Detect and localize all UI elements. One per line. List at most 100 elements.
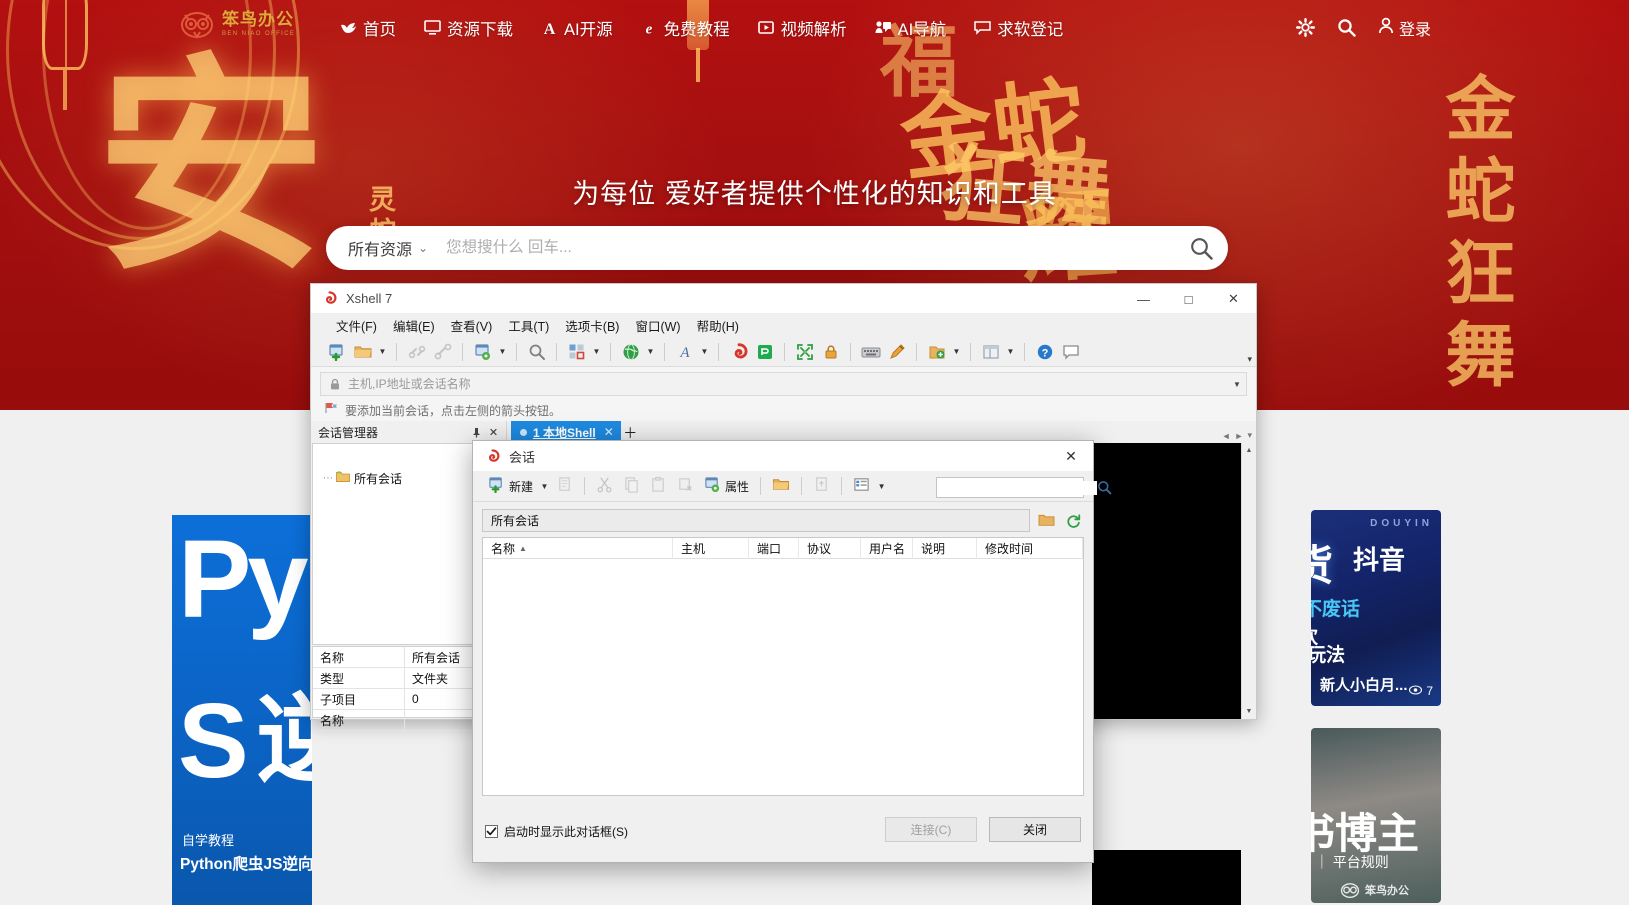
column-header-protocol[interactable]: 协议 xyxy=(799,538,861,559)
chevron-down-icon[interactable]: ▼ xyxy=(1228,380,1246,389)
close-icon[interactable]: ✕ xyxy=(485,424,502,441)
add-note-dropdown-arrow[interactable]: ▼ xyxy=(951,347,962,356)
open-folder-button[interactable] xyxy=(768,475,794,498)
site-logo[interactable]: 笨鸟办公 BEN NIAO OFFICE xyxy=(178,8,295,40)
properties-button[interactable]: 属性 xyxy=(700,475,753,498)
new-session-button[interactable]: 新建 xyxy=(484,475,537,498)
show-on-startup-checkbox[interactable]: 启动时显示此对话框(S) xyxy=(485,823,628,840)
column-header-description[interactable]: 说明 xyxy=(913,538,977,559)
close-button[interactable]: ✕ xyxy=(1211,284,1256,314)
folder-icon[interactable] xyxy=(1035,509,1057,532)
dialog-search-box[interactable] xyxy=(936,477,1112,498)
open-folder-dropdown-arrow[interactable]: ▼ xyxy=(377,347,388,356)
menu-window[interactable]: 窗口(W) xyxy=(627,313,688,338)
column-header-host[interactable]: 主机 xyxy=(673,538,749,559)
search-submit-button[interactable] xyxy=(1174,226,1228,270)
column-header-port[interactable]: 端口 xyxy=(749,538,799,559)
disconnect-icon[interactable] xyxy=(405,340,428,363)
globe-dropdown-arrow[interactable]: ▼ xyxy=(645,347,656,356)
xftp-icon[interactable] xyxy=(753,340,776,363)
dialog-close-button[interactable]: ✕ xyxy=(1049,441,1093,471)
nav-item-free-tutorials[interactable]: e 免费教程 xyxy=(641,16,730,40)
menu-file[interactable]: 文件(F) xyxy=(328,313,385,338)
svg-text:e: e xyxy=(646,21,653,36)
sessions-list-body[interactable] xyxy=(483,559,1083,795)
copy-button[interactable] xyxy=(619,475,644,498)
tab-prev-icon[interactable]: ◄ xyxy=(1222,431,1231,441)
menu-help[interactable]: 帮助(H) xyxy=(689,313,747,338)
search-icon[interactable] xyxy=(1097,480,1112,495)
scroll-up-icon[interactable]: ▲ xyxy=(1242,443,1256,458)
menu-edit[interactable]: 编辑(E) xyxy=(385,313,443,338)
connect-button[interactable]: 连接(C) xyxy=(885,817,977,842)
view-mode-button[interactable] xyxy=(849,475,874,498)
reconnect-icon[interactable] xyxy=(431,340,454,363)
layout-icon[interactable] xyxy=(565,340,588,363)
cut-button[interactable] xyxy=(592,475,617,498)
session-properties-icon[interactable] xyxy=(471,340,494,363)
search-input[interactable] xyxy=(446,239,1174,257)
paste-button[interactable] xyxy=(646,475,671,498)
python-course-card[interactable]: Py S 逆 自学教程 Python爬虫JS逆向 xyxy=(172,515,312,905)
tab-next-icon[interactable]: ► xyxy=(1235,431,1244,441)
login-button[interactable]: 登录 xyxy=(1378,16,1431,40)
tab-close-icon[interactable]: ✕ xyxy=(604,425,614,439)
close-dialog-button[interactable]: 关闭 xyxy=(989,817,1081,842)
terminal-scrollbar[interactable]: ▲ ▼ xyxy=(1241,443,1256,719)
feedback-icon[interactable] xyxy=(1059,340,1082,363)
new-session-dropdown-arrow[interactable]: ▼ xyxy=(539,482,550,491)
search-icon[interactable] xyxy=(1337,18,1356,37)
column-header-modified[interactable]: 修改时间 xyxy=(977,538,1083,559)
xshell-titlebar[interactable]: Xshell 7 — □ ✕ xyxy=(311,284,1256,314)
maximize-button[interactable]: □ xyxy=(1166,284,1211,314)
sessions-list[interactable]: 名称 ▲ 主机 端口 协议 用户名 说明 修改时间 xyxy=(482,537,1084,796)
nav-item-resources[interactable]: 资源下载 xyxy=(424,16,513,40)
dialog-search-input[interactable] xyxy=(942,480,1097,495)
menu-view[interactable]: 查看(V) xyxy=(443,313,501,338)
keyboard-icon[interactable] xyxy=(859,340,882,363)
post-card-douyin[interactable]: DOUYIN 货 抖音 不废话 欢 玩法 ：新人小白月... 7 xyxy=(1311,510,1441,706)
layout-dropdown-arrow[interactable]: ▼ xyxy=(591,347,602,356)
refresh-icon[interactable] xyxy=(1062,509,1084,532)
add-note-icon[interactable] xyxy=(925,340,948,363)
nav-item-video-parse[interactable]: 视频解析 xyxy=(758,16,847,40)
nav-item-ai-nav[interactable]: AI导航 xyxy=(875,16,946,40)
dialog-titlebar[interactable]: 会话 ✕ xyxy=(473,441,1093,471)
view-mode-dropdown-arrow[interactable]: ▼ xyxy=(876,482,887,491)
column-header-name[interactable]: 名称 ▲ xyxy=(483,538,673,559)
session-properties-dropdown-arrow[interactable]: ▼ xyxy=(497,347,508,356)
toolbar-overflow-button[interactable]: ▾ xyxy=(1247,354,1252,365)
column-header-username[interactable]: 用户名 xyxy=(861,538,913,559)
menu-tabs[interactable]: 选项卡(B) xyxy=(557,313,627,338)
up-folder-button[interactable] xyxy=(809,475,834,498)
pin-icon[interactable] xyxy=(468,424,485,441)
minimize-button[interactable]: — xyxy=(1121,284,1166,314)
search-scope-dropdown[interactable]: 所有资源 ⌄ xyxy=(326,236,428,260)
nav-item-software-request[interactable]: 求软登记 xyxy=(974,16,1063,40)
scroll-down-icon[interactable]: ▼ xyxy=(1242,704,1256,719)
split-view-dropdown-arrow[interactable]: ▼ xyxy=(1005,347,1016,356)
post-card-blogger[interactable]: 书博主 节 ｜ 平台规则 笨鸟办公 xyxy=(1311,728,1441,903)
lock-icon[interactable] xyxy=(819,340,842,363)
xshell-icon[interactable] xyxy=(727,340,750,363)
current-folder-path[interactable]: 所有会话 xyxy=(482,509,1030,532)
delete-button[interactable] xyxy=(673,475,698,498)
gear-icon[interactable] xyxy=(1295,18,1315,37)
menu-tools[interactable]: 工具(T) xyxy=(500,313,557,338)
host-input[interactable] xyxy=(348,377,1228,391)
font-icon[interactable]: A xyxy=(673,340,696,363)
fullscreen-icon[interactable] xyxy=(793,340,816,363)
nav-item-home[interactable]: 首页 xyxy=(340,16,396,40)
split-view-icon[interactable] xyxy=(979,340,1002,363)
copy-shortcut-button[interactable] xyxy=(552,475,577,498)
nav-item-ai-open-source[interactable]: A AI开源 xyxy=(541,16,613,40)
find-icon[interactable] xyxy=(525,340,548,363)
xshell-address-bar[interactable]: ▼ xyxy=(320,372,1247,396)
highlight-pen-icon[interactable] xyxy=(885,340,908,363)
open-folder-icon[interactable] xyxy=(351,340,374,363)
help-icon[interactable]: ? xyxy=(1033,340,1056,363)
tab-menu-icon[interactable]: ▾ xyxy=(1247,430,1252,441)
globe-icon[interactable] xyxy=(619,340,642,363)
new-session-icon[interactable] xyxy=(325,340,348,363)
font-dropdown-arrow[interactable]: ▼ xyxy=(699,347,710,356)
